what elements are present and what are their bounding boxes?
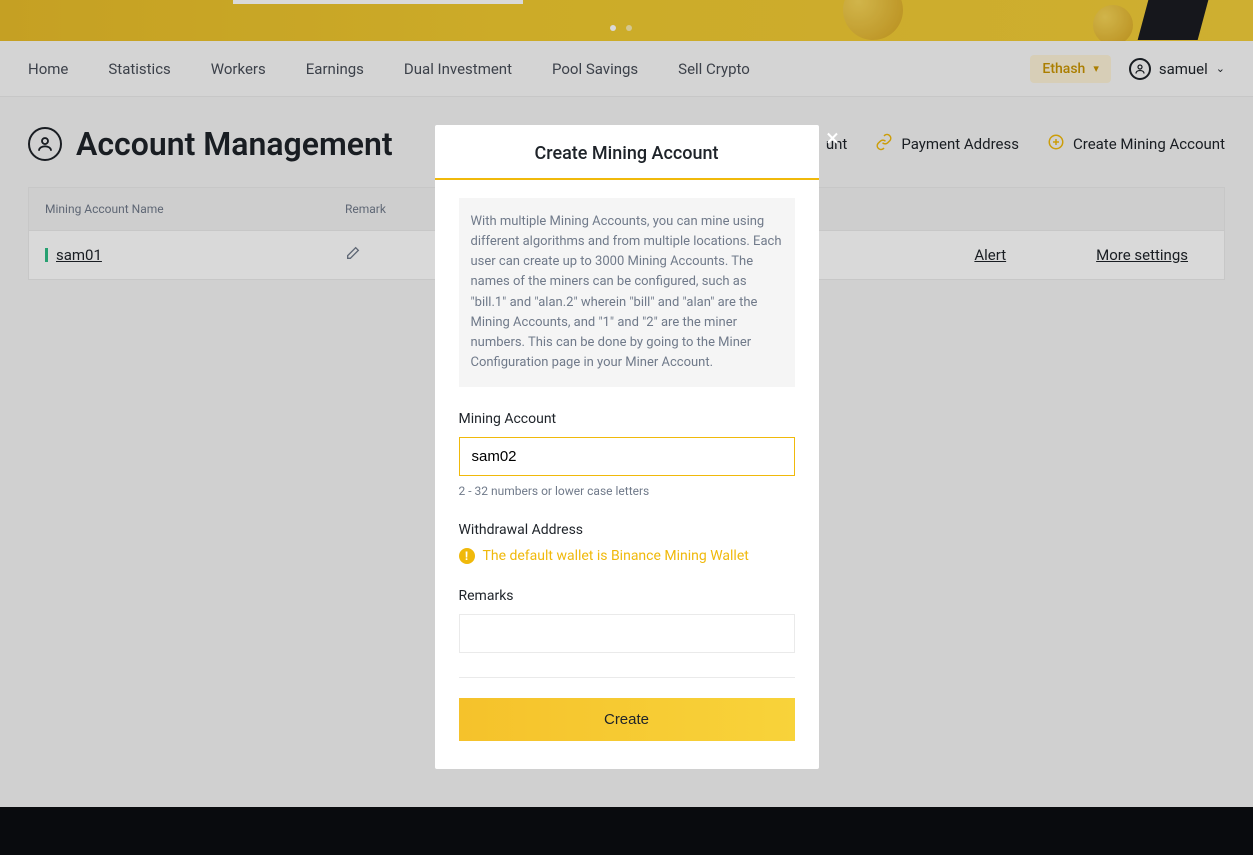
modal-title: Create Mining Account	[435, 125, 819, 180]
close-icon[interactable]: ×	[819, 124, 847, 152]
remarks-input[interactable]	[459, 614, 795, 653]
create-mining-account-modal: × Create Mining Account With multiple Mi…	[435, 125, 819, 769]
create-button[interactable]: Create	[459, 698, 795, 741]
wallet-notice: ! The default wallet is Binance Mining W…	[459, 548, 795, 564]
mining-account-hint: 2 - 32 numbers or lower case letters	[459, 484, 795, 498]
divider	[459, 677, 795, 678]
remarks-label: Remarks	[459, 588, 795, 604]
mining-account-label: Mining Account	[459, 411, 795, 427]
wallet-notice-text: The default wallet is Binance Mining Wal…	[483, 548, 749, 564]
modal-info-text: With multiple Mining Accounts, you can m…	[459, 198, 795, 387]
warning-icon: !	[459, 548, 475, 564]
withdrawal-address-label: Withdrawal Address	[459, 522, 795, 538]
modal-overlay[interactable]: × Create Mining Account With multiple Mi…	[0, 0, 1253, 855]
mining-account-input[interactable]	[459, 437, 795, 476]
